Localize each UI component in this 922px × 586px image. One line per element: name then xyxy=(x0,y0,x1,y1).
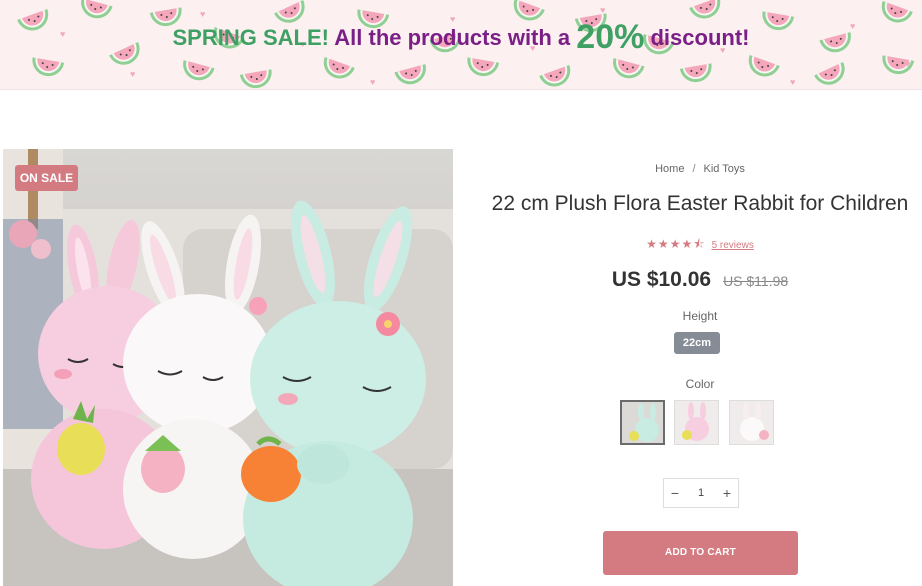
promo-discount-word: discount! xyxy=(650,25,750,50)
watermelon-slice-icon xyxy=(323,57,355,79)
height-label: Height xyxy=(682,309,718,323)
color-swatch-pink[interactable] xyxy=(674,400,719,445)
promo-percent: 20% xyxy=(576,18,645,56)
color-swatch-mint[interactable] xyxy=(620,400,665,445)
quantity-input[interactable]: 1 xyxy=(686,487,716,499)
heart-icon: ♥ xyxy=(790,77,796,87)
quantity-increase-button[interactable]: + xyxy=(716,485,738,501)
star-rating-icons: ★★★★⯪ xyxy=(646,237,706,251)
breadcrumb-category[interactable]: Kid Toys xyxy=(704,163,745,175)
breadcrumb: Home / Kid Toys xyxy=(600,163,800,175)
heart-icon: ♥ xyxy=(600,5,606,15)
breadcrumb-home[interactable]: Home xyxy=(655,163,684,175)
watermelon-slice-icon xyxy=(613,58,645,79)
product-rating: ★★★★⯪ 5 reviews xyxy=(600,235,800,256)
watermelon-slice-icon xyxy=(183,60,215,81)
mint-bunny-thumbnail xyxy=(622,402,663,443)
watermelon-slice-icon xyxy=(32,57,65,77)
watermelon-slice-icon xyxy=(239,69,272,89)
product-title: 22 cm Plush Flora Easter Rabbit for Chil… xyxy=(491,192,909,215)
watermelon-slice-icon xyxy=(539,65,571,87)
on-sale-badge: ON SALE xyxy=(15,165,78,191)
price-row: US $10.06 US $11.98 xyxy=(580,268,820,292)
quantity-stepper: − 1 + xyxy=(663,478,739,508)
heart-icon: ♥ xyxy=(905,59,911,69)
plush-rabbits-illustration xyxy=(3,149,453,586)
promo-banner-text: SPRING SALE! All the products with a 20%… xyxy=(0,18,922,57)
color-label: Color xyxy=(685,377,715,391)
heart-icon: ♥ xyxy=(370,77,376,87)
color-swatch-white[interactable] xyxy=(729,400,774,445)
height-option-22cm[interactable]: 22cm xyxy=(674,332,720,354)
breadcrumb-separator: / xyxy=(692,163,696,175)
promo-highlight: SPRING SALE! xyxy=(172,25,329,50)
promo-message: All the products with a xyxy=(334,25,571,50)
reviews-link[interactable]: 5 reviews xyxy=(712,240,754,251)
promo-banner: ♥ ♥ ♥ ♥ ♥ ♥ ♥ ♥ ♥ ♥ ♥ ♥ SPRING SALE! All the produc… xyxy=(0,0,922,90)
watermelon-slice-icon xyxy=(394,64,426,85)
watermelon-slice-icon xyxy=(814,61,845,85)
add-to-cart-button[interactable]: ADD TO CART xyxy=(603,531,798,575)
white-bunny-thumbnail xyxy=(730,401,773,444)
watermelon-slice-icon xyxy=(467,57,500,77)
product-image[interactable] xyxy=(3,149,453,586)
original-price: US $11.98 xyxy=(723,273,789,289)
quantity-decrease-button[interactable]: − xyxy=(664,485,686,501)
heart-icon: ♥ xyxy=(130,69,136,79)
current-price: US $10.06 xyxy=(611,268,712,291)
watermelon-slice-icon xyxy=(679,63,712,83)
watermelon-slice-icon xyxy=(748,55,780,77)
pink-bunny-thumbnail xyxy=(675,401,718,444)
